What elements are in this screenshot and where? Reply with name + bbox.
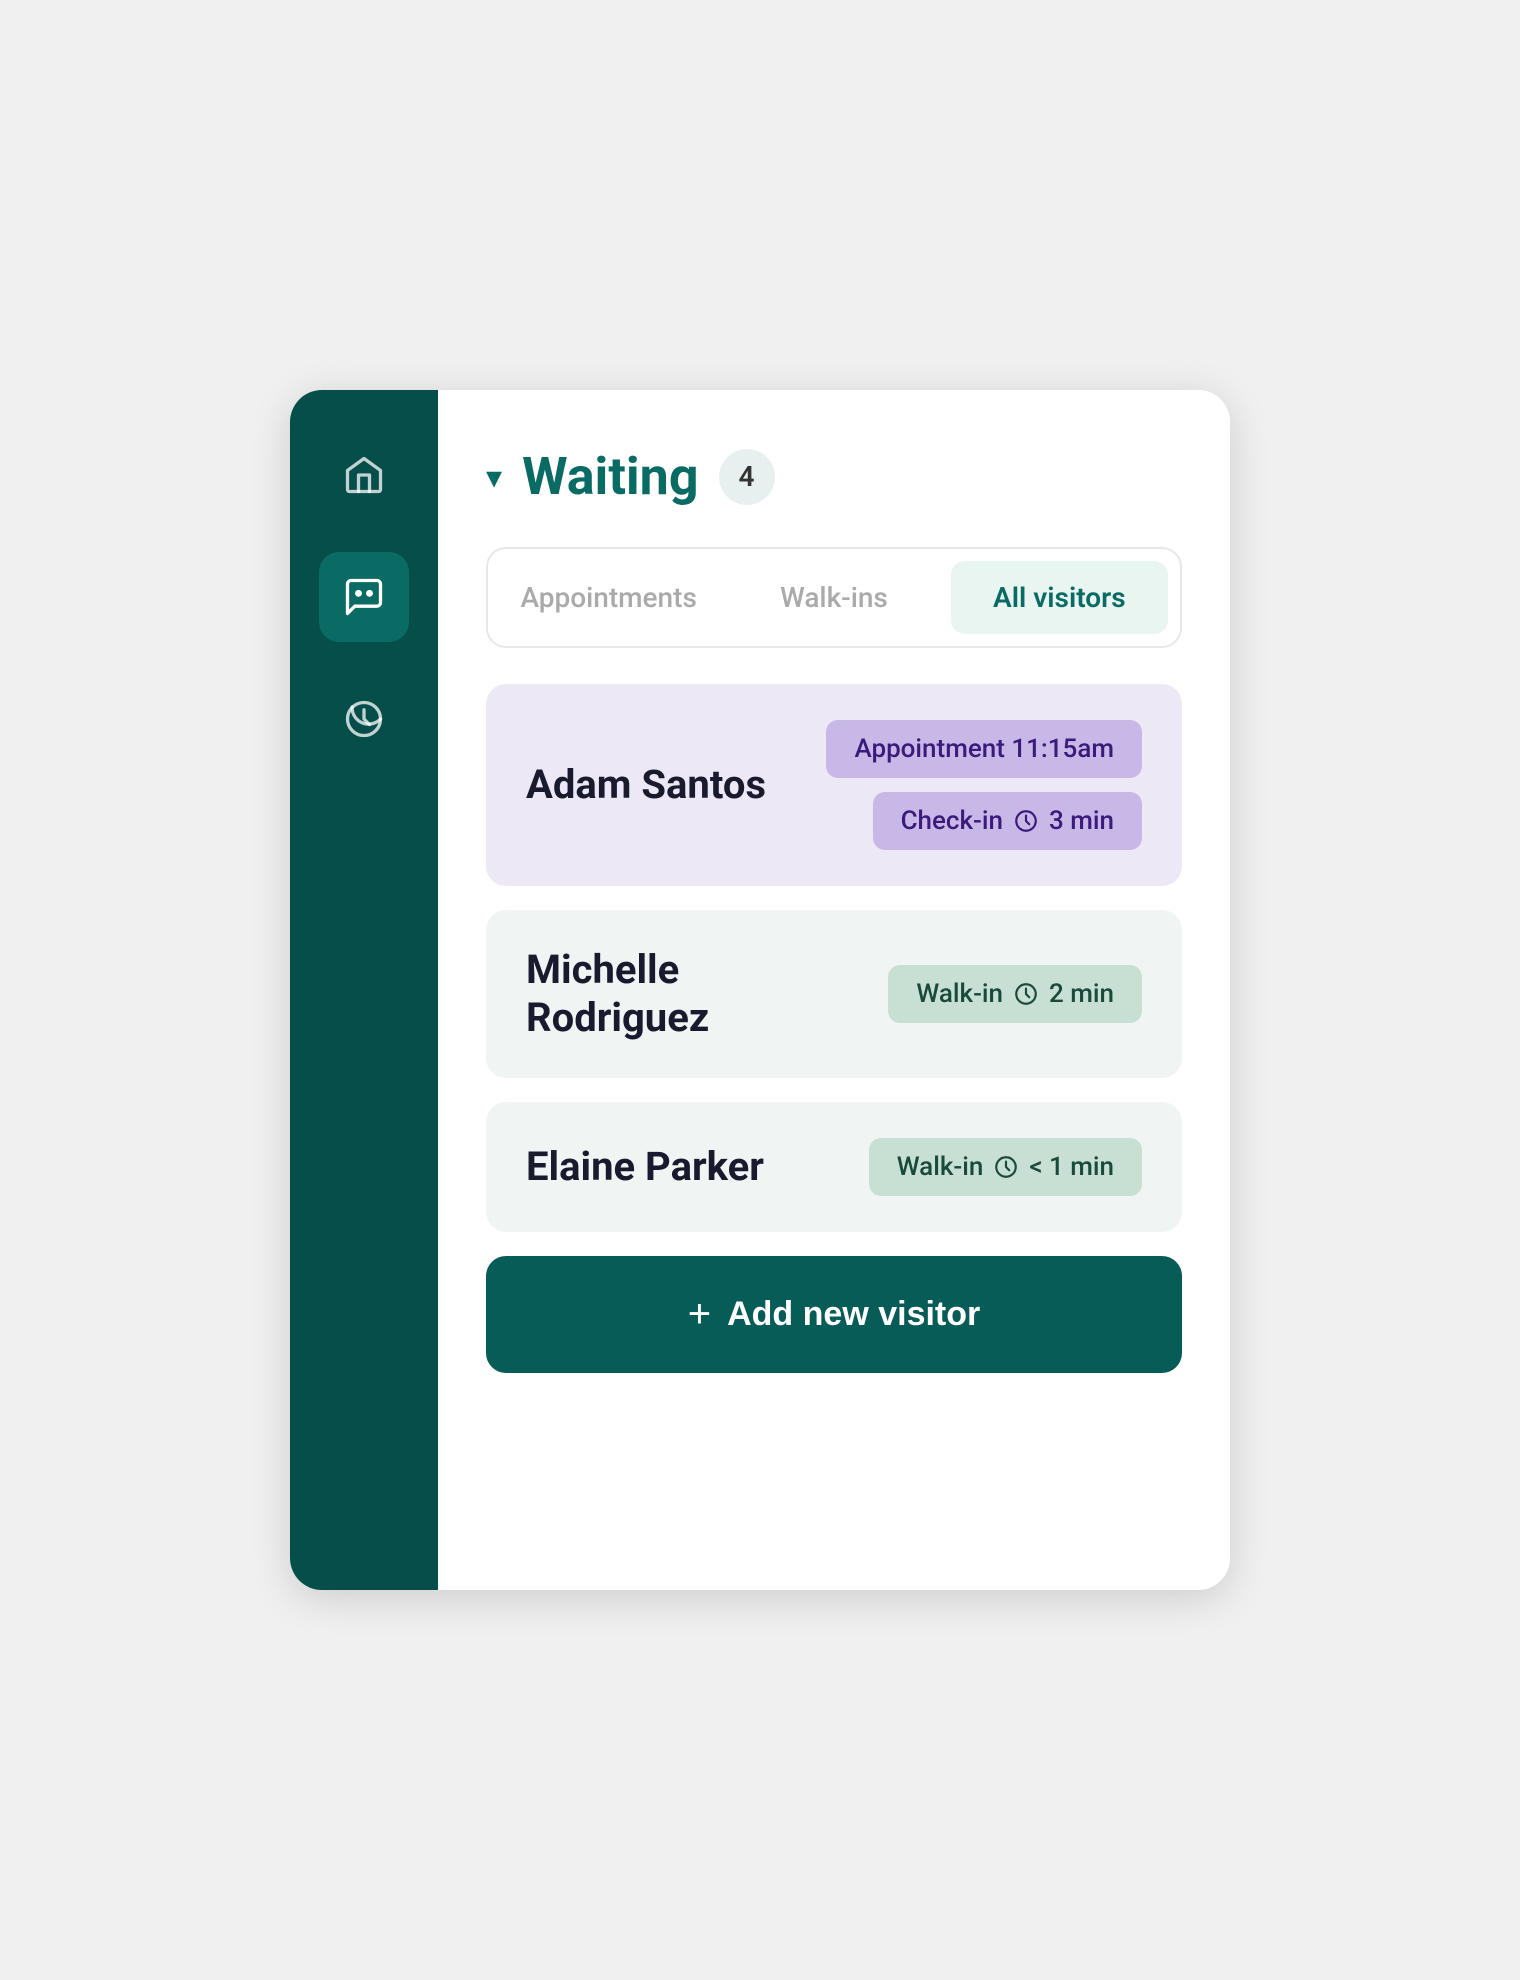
checkin-time: 3 min: [1049, 806, 1114, 836]
visitor-name-michelle: Michelle Rodriguez: [526, 946, 846, 1042]
clock-icon: [1013, 808, 1039, 834]
reports-icon: [342, 697, 386, 741]
plus-icon: +: [688, 1292, 711, 1337]
visitor-card-adam[interactable]: Adam Santos Appointment 11:15am Check-in…: [486, 684, 1182, 886]
add-visitor-label: Add new visitor: [727, 1295, 980, 1334]
walkin-badge-elaine: Walk-in < 1 min: [869, 1138, 1142, 1196]
main-content: ▾ Waiting 4 Appointments Walk-ins All vi…: [438, 390, 1230, 1590]
clock-icon-michelle: [1013, 981, 1039, 1007]
appointment-time-badge: Appointment 11:15am: [826, 720, 1142, 778]
chevron-down-icon[interactable]: ▾: [486, 458, 502, 496]
tab-all-visitors[interactable]: All visitors: [951, 561, 1168, 634]
walkin-time-michelle: 2 min: [1049, 979, 1114, 1009]
waiting-title: Waiting: [522, 446, 698, 507]
walkin-badge-michelle: Walk-in 2 min: [888, 965, 1142, 1023]
tab-walk-ins[interactable]: Walk-ins: [725, 561, 942, 634]
walkin-label-elaine: Walk-in: [897, 1152, 984, 1182]
visitor-card-elaine[interactable]: Elaine Parker Walk-in < 1 min: [486, 1102, 1182, 1232]
walkin-time-elaine: < 1 min: [1029, 1152, 1114, 1182]
tabs-container: Appointments Walk-ins All visitors: [486, 547, 1182, 648]
checkin-label: Check-in: [901, 806, 1003, 836]
sidebar-item-home[interactable]: [319, 430, 409, 520]
visitor-name-adam: Adam Santos: [526, 761, 766, 809]
chat-icon: [342, 575, 386, 619]
visitor-name-elaine: Elaine Parker: [526, 1143, 764, 1191]
visitor-badges-adam: Appointment 11:15am Check-in 3 min: [826, 720, 1142, 850]
walkin-label-michelle: Walk-in: [916, 979, 1003, 1009]
app-container: ▾ Waiting 4 Appointments Walk-ins All vi…: [290, 390, 1230, 1590]
sidebar-item-chat[interactable]: [319, 552, 409, 642]
visitor-badges-elaine: Walk-in < 1 min: [869, 1138, 1142, 1196]
clock-icon-elaine: [993, 1154, 1019, 1180]
sidebar-item-reports[interactable]: [319, 674, 409, 764]
waiting-header: ▾ Waiting 4: [486, 446, 1182, 507]
visitor-badges-michelle: Walk-in 2 min: [888, 965, 1142, 1023]
sidebar: [290, 390, 438, 1590]
visitor-card-michelle[interactable]: Michelle Rodriguez Walk-in 2 min: [486, 910, 1182, 1078]
checkin-time-badge: Check-in 3 min: [873, 792, 1142, 850]
tab-appointments[interactable]: Appointments: [500, 561, 717, 634]
add-visitor-button[interactable]: + Add new visitor: [486, 1256, 1182, 1373]
waiting-count-badge: 4: [719, 449, 775, 505]
home-icon: [342, 453, 386, 497]
